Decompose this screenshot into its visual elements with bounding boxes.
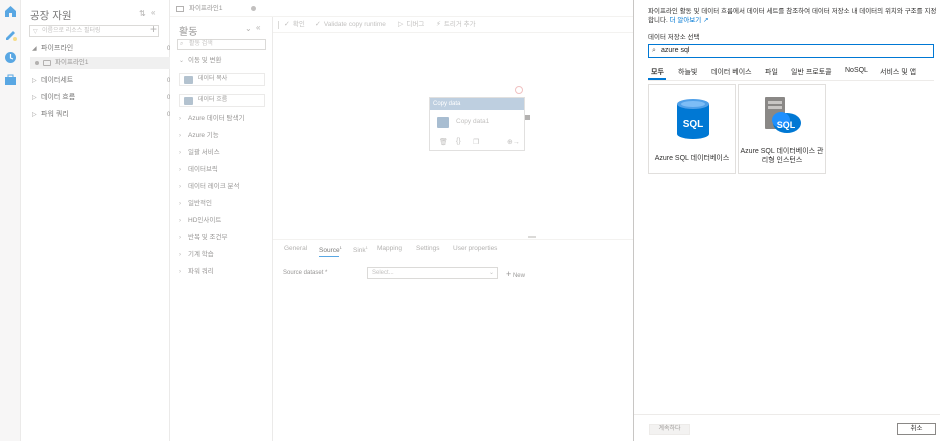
sql-text: SQL <box>777 120 796 130</box>
tab-azure[interactable]: 하늘빛 <box>678 67 697 77</box>
cancel-button[interactable]: 취소 <box>897 423 936 435</box>
continue-button[interactable]: 계속하다 <box>649 424 690 435</box>
data-store-search-input[interactable]: ⌕ azure sql <box>648 44 934 58</box>
tab-file[interactable]: 파일 <box>765 67 778 77</box>
tab-generic-protocol[interactable]: 일반 프로토콜 <box>791 67 832 77</box>
tab-divider <box>648 80 934 81</box>
blade-subtitle: 데이터 저장소 선택 <box>648 34 700 41</box>
card-azure-sql-managed-instance[interactable]: SQL Azure SQL 데이터베이스 관리형 인스턴스 <box>738 84 826 174</box>
tab-services-apps[interactable]: 서비스 및 앱 <box>880 67 916 77</box>
footer-divider <box>634 414 940 415</box>
learn-more-link[interactable]: 더 알아보기 ↗ <box>670 17 709 24</box>
sql-managed-instance-icon: SQL <box>761 95 803 142</box>
active-tab-indicator <box>648 78 666 80</box>
search-icon: ⌕ <box>652 47 656 54</box>
blade-description: 파이프라인 활동 및 데이터 흐름에서 데이터 세트를 참조하여 데이터 저장소… <box>648 8 937 24</box>
card-label: Azure SQL 데이터베이스 <box>654 155 730 162</box>
external-link-icon: ↗ <box>703 17 709 24</box>
tab-nosql[interactable]: NoSQL <box>845 67 868 74</box>
card-label: Azure SQL 데이터베이스 관리형 인스턴스 <box>740 148 824 164</box>
tab-database[interactable]: 데이터 베이스 <box>711 67 752 77</box>
sql-text: SQL <box>683 119 704 130</box>
card-azure-sql-database[interactable]: SQL Azure SQL 데이터베이스 <box>648 84 736 174</box>
new-dataset-blade: 파이프라인 활동 및 데이터 흐름에서 데이터 세트를 참조하여 데이터 저장소… <box>633 0 940 441</box>
sql-database-icon: SQL <box>676 98 710 145</box>
modal-overlay <box>0 0 633 441</box>
tab-all[interactable]: 모두 <box>651 67 664 77</box>
